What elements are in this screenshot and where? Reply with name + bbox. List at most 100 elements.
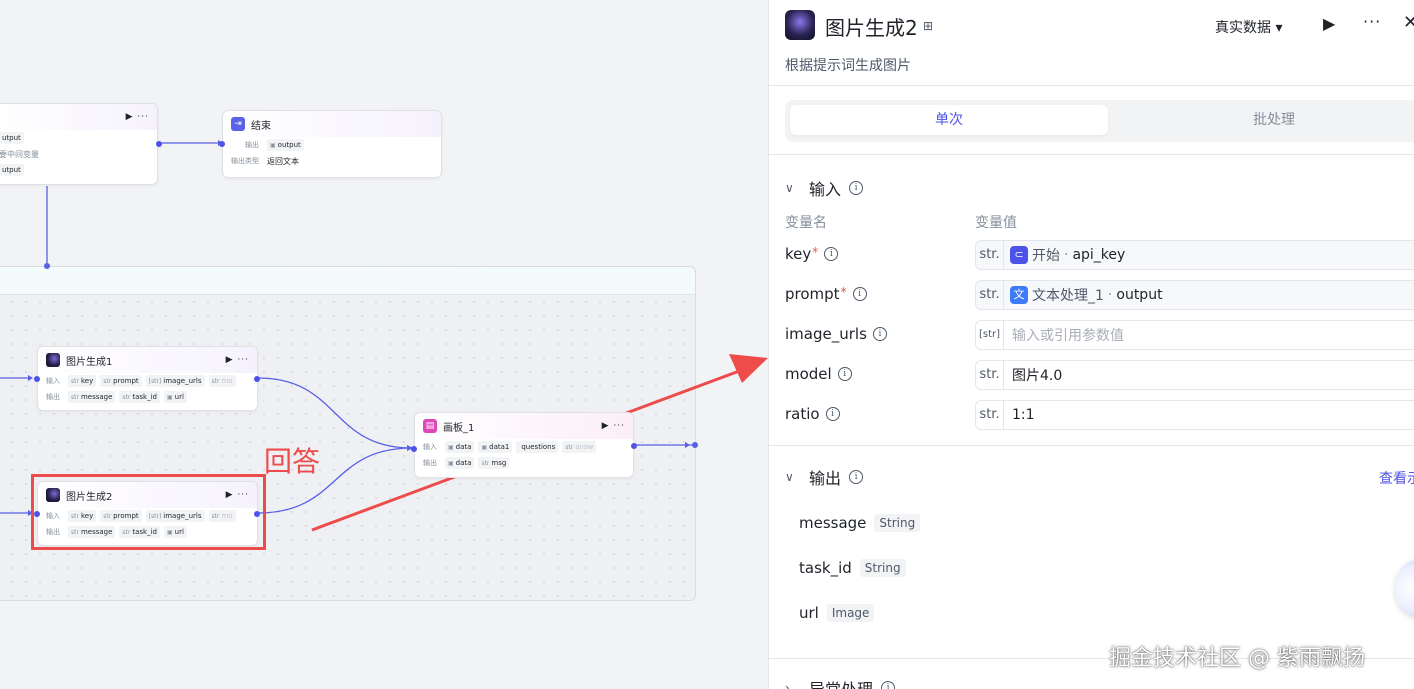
type-label[interactable]: str.: [976, 401, 1004, 429]
divider: [769, 154, 1414, 155]
node-title: 画板_1: [443, 422, 475, 434]
column-header-value: 变量值: [975, 215, 1017, 231]
selection-highlight-box: [31, 474, 266, 550]
output-type-badge: String: [859, 559, 906, 577]
type-label[interactable]: [str]: [976, 321, 1004, 349]
annotation-label: 回答: [264, 445, 321, 478]
node-controls[interactable]: ▶ ···: [602, 421, 625, 431]
type-label[interactable]: str.: [976, 281, 1004, 309]
tab-single[interactable]: 单次: [790, 105, 1108, 135]
info-icon[interactable]: i: [852, 287, 867, 301]
output-port[interactable]: [631, 443, 637, 449]
input-section-header[interactable]: ∨ 输入 i: [785, 176, 864, 200]
param-row-ratio: ratio i str. 1:1: [785, 400, 1414, 430]
info-icon[interactable]: i: [881, 681, 896, 689]
intermediate-var-label: 要中间变量: [0, 149, 39, 159]
workflow-canvas[interactable]: ▶ ··· utput 要中间变量 utput ⇥ 结束 输出 ▣ output …: [0, 0, 770, 689]
end-node[interactable]: ⇥ 结束 输出 ▣ output 输出类型 返回文本: [219, 110, 442, 178]
output-tag: ▣ output: [267, 139, 304, 151]
column-header-name: 变量名: [785, 215, 827, 231]
panel-title: 图片生成2: [825, 16, 918, 40]
node-title: 结束: [251, 120, 271, 132]
output-row-url: url Image: [799, 604, 875, 622]
input-port[interactable]: [411, 446, 417, 452]
node-config-panel: 图片生成2 ⊞ 真实数据 ▾ ▶ ··· ✕ 根据提示词生成图片 单次 批处理 …: [768, 0, 1414, 689]
output-name: url: [799, 604, 819, 622]
input-port[interactable]: [219, 141, 225, 147]
tab-batch[interactable]: 批处理: [1115, 105, 1414, 135]
workflow-node-partial[interactable]: ▶ ··· utput 要中间变量 utput: [0, 103, 162, 185]
output-row-task-id: task_id String: [799, 559, 906, 577]
info-icon[interactable]: i: [825, 407, 840, 421]
info-icon[interactable]: i: [837, 367, 852, 381]
edge-img1-to-board: [257, 377, 413, 449]
output-port[interactable]: [254, 376, 260, 382]
param-row-model: model i str. 图片4.0: [785, 360, 1414, 390]
assistant-float-button[interactable]: [1395, 560, 1414, 616]
watermark: 掘金技术社区 @ 紫雨飘扬: [1109, 646, 1365, 671]
run-icon[interactable]: ▶: [1323, 14, 1335, 33]
node-title: 图片生成1: [66, 356, 113, 368]
param-input[interactable]: 图片4.0: [1004, 365, 1414, 385]
board-node[interactable]: ▤ 画板_1 ▶ ··· 输入 ▣ data ▣ data1 questions s…: [411, 412, 637, 478]
param-name: prompt: [785, 285, 840, 303]
info-icon[interactable]: i: [872, 327, 887, 341]
view-example-link[interactable]: 查看示: [1379, 468, 1414, 488]
param-name: ratio: [785, 405, 820, 423]
param-input[interactable]: 1:1: [1004, 407, 1414, 423]
output-row-message: message String: [799, 514, 921, 532]
param-value-field[interactable]: str. ⊂ 开始 · api_key ✕: [975, 240, 1414, 270]
info-icon[interactable]: i: [849, 470, 864, 484]
param-name: key: [785, 245, 812, 263]
image-gen-node-1[interactable]: 图片生成1 ▶ ··· 输入 str key str prompt [str] ima…: [34, 346, 260, 411]
required-mark: *: [812, 245, 819, 259]
param-value-field[interactable]: str. 图片4.0: [975, 360, 1414, 390]
store-icon[interactable]: ⊞: [923, 19, 933, 33]
text-process-icon: 文: [1010, 286, 1028, 304]
chevron-right-icon[interactable]: ›: [785, 681, 801, 689]
param-name: model: [785, 365, 832, 383]
board-icon: ▤: [423, 419, 437, 433]
param-row-prompt: prompt* i str. 文 文本处理_1 · output ✕: [785, 280, 1414, 310]
section-title: 输出: [809, 469, 842, 488]
output-tag: utput: [0, 132, 24, 144]
param-input-placeholder[interactable]: 输入或引用参数值: [1004, 325, 1414, 345]
ref-var-name: output: [1116, 287, 1163, 303]
param-value-field[interactable]: [str] 输入或引用参数值: [975, 320, 1414, 350]
output-name: message: [799, 514, 867, 532]
close-icon[interactable]: ✕: [1403, 12, 1414, 33]
run-mode-tabs: 单次 批处理: [785, 100, 1414, 142]
param-row-key: key* i str. ⊂ 开始 · api_key ✕: [785, 240, 1414, 270]
output-section-header[interactable]: ∨ 输出 i: [785, 465, 864, 489]
image-gen-icon: [46, 353, 60, 367]
type-label[interactable]: str.: [976, 361, 1004, 389]
chevron-down-icon[interactable]: ∨: [785, 470, 801, 484]
param-row-image-urls: image_urls i [str] 输入或引用参数值: [785, 320, 1414, 350]
output-name: task_id: [799, 559, 852, 577]
data-mode-select[interactable]: 真实数据 ▾: [1215, 17, 1282, 37]
info-icon[interactable]: i: [849, 181, 864, 195]
param-name: image_urls: [785, 325, 867, 343]
divider: [769, 445, 1414, 446]
ref-node-name: 开始: [1032, 248, 1060, 264]
output-type-value: 返回文本: [267, 156, 299, 166]
error-section-header[interactable]: › 异常处理 i: [785, 676, 896, 689]
section-title: 异常处理: [809, 676, 873, 689]
output-port[interactable]: [156, 141, 162, 147]
start-node-icon: ⊂: [1010, 246, 1028, 264]
more-icon[interactable]: ···: [1363, 12, 1381, 31]
param-value-field[interactable]: str. 文 文本处理_1 · output ✕: [975, 280, 1414, 310]
chevron-down-icon[interactable]: ∨: [785, 181, 801, 195]
node-controls[interactable]: ▶ ···: [226, 355, 249, 365]
end-node-icon: ⇥: [231, 117, 245, 131]
required-mark: *: [840, 285, 847, 299]
output-type-badge: Image: [826, 604, 875, 622]
input-port[interactable]: [34, 376, 40, 382]
param-value-field[interactable]: str. 1:1: [975, 400, 1414, 430]
output-type-badge: String: [874, 514, 921, 532]
ref-node-name: 文本处理_1: [1032, 288, 1104, 304]
node-controls[interactable]: ▶ ···: [126, 112, 149, 122]
type-label[interactable]: str.: [976, 241, 1004, 269]
panel-description: 根据提示词生成图片: [785, 58, 911, 74]
info-icon[interactable]: i: [824, 247, 839, 261]
